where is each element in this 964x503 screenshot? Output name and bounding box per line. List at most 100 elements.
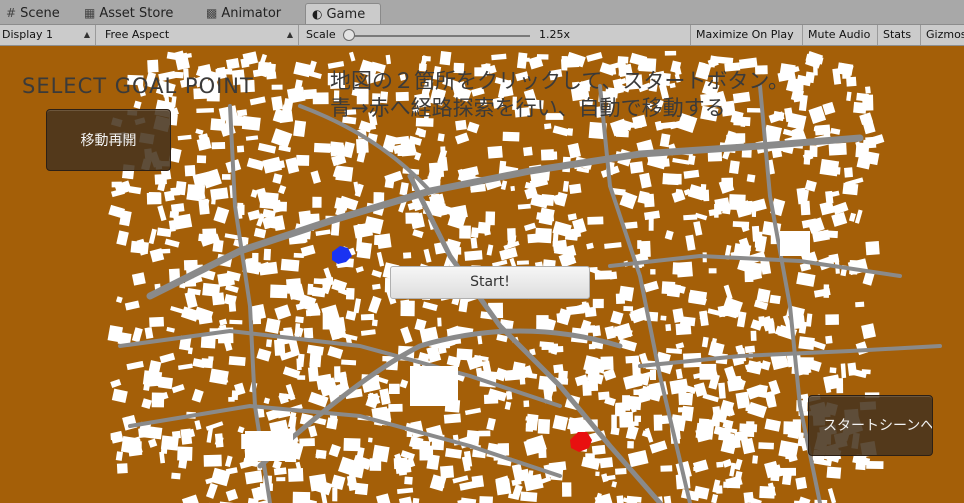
building (825, 166, 841, 175)
stats-toggle[interactable]: Stats (878, 25, 921, 45)
building (721, 177, 734, 191)
start-scene-button[interactable]: スタートシーンへ (808, 395, 933, 456)
maximize-on-play-toggle[interactable]: Maximize On Play (690, 25, 803, 45)
building (292, 491, 311, 503)
display-value: Display 1 (2, 28, 54, 41)
building (252, 68, 264, 78)
editor-tab-bar: # Scene ▦ Asset Store ▩ Animator ◐ Game (0, 0, 964, 25)
building (149, 316, 165, 327)
dropdown-caret-icon: ▲︎ (286, 30, 293, 39)
building (836, 378, 844, 394)
building (829, 367, 837, 374)
building (126, 360, 144, 371)
building (371, 269, 383, 278)
building (398, 496, 413, 503)
building (244, 470, 263, 485)
building (552, 125, 569, 137)
building (250, 189, 258, 198)
building (371, 319, 378, 327)
building (171, 472, 181, 480)
building (147, 59, 159, 73)
building (866, 461, 884, 470)
building (842, 182, 859, 196)
building (120, 436, 141, 455)
display-dropdown[interactable]: Display 1 ▲︎ (0, 25, 96, 45)
building (516, 260, 529, 265)
tab-game-label: Game (326, 7, 366, 22)
building (524, 222, 537, 232)
goal-title: SELECT GOAL POINT (22, 74, 254, 98)
building (376, 251, 385, 267)
building (349, 51, 356, 62)
building (714, 203, 719, 218)
tab-scene[interactable]: # Scene (0, 3, 66, 24)
aspect-dropdown[interactable]: Free Aspect ▲︎ (100, 25, 299, 45)
building (421, 56, 431, 62)
building (143, 425, 163, 440)
building (224, 233, 239, 240)
building (523, 146, 533, 157)
building (539, 341, 554, 348)
building (828, 253, 840, 264)
building (831, 211, 848, 227)
building (754, 231, 763, 248)
building (756, 288, 771, 303)
building (341, 359, 357, 366)
building (332, 487, 338, 502)
building (454, 132, 470, 145)
building (212, 239, 224, 253)
building (804, 179, 817, 192)
building (191, 388, 204, 403)
building (226, 57, 240, 70)
tab-asset-store[interactable]: ▦ Asset Store (78, 3, 179, 24)
building (236, 145, 245, 153)
scale-slider-thumb[interactable] (343, 29, 355, 41)
building (303, 327, 314, 339)
scale-slider-track[interactable] (350, 35, 530, 37)
tab-animator[interactable]: ▩ Animator (200, 3, 287, 24)
game-view[interactable]: SELECT GOAL POINT 地図の２箇所をクリックして、スタートボタン。… (0, 46, 964, 503)
building (487, 145, 503, 159)
building (740, 437, 756, 455)
building (236, 109, 248, 117)
building (595, 471, 600, 477)
building (307, 425, 318, 438)
building (510, 185, 516, 192)
building (865, 241, 880, 256)
building (110, 433, 122, 441)
start-button[interactable]: Start! (390, 266, 590, 299)
building (464, 407, 482, 416)
building (309, 362, 317, 375)
building (830, 127, 841, 135)
building (296, 358, 302, 371)
building (225, 467, 238, 475)
building (444, 447, 462, 459)
building (205, 482, 218, 499)
building (562, 180, 569, 192)
building (423, 248, 432, 263)
building (692, 459, 709, 473)
resume-move-button[interactable]: 移動再開 (46, 109, 171, 171)
building (700, 184, 707, 201)
building (245, 135, 259, 141)
building (678, 407, 684, 413)
building (844, 167, 853, 178)
building (313, 142, 331, 153)
building (855, 301, 865, 308)
building (213, 206, 230, 224)
building (587, 216, 604, 225)
building (400, 300, 415, 317)
building (273, 467, 287, 476)
building (470, 227, 480, 238)
building (181, 494, 200, 503)
tab-game[interactable]: ◐ Game (305, 3, 381, 24)
gizmos-dropdown[interactable]: Gizmos (921, 25, 964, 45)
mute-audio-toggle[interactable]: Mute Audio (803, 25, 878, 45)
building (664, 50, 677, 56)
building (663, 495, 672, 503)
building (746, 174, 756, 183)
building (157, 205, 167, 222)
building (586, 51, 603, 62)
building (464, 250, 483, 261)
building (256, 348, 272, 362)
